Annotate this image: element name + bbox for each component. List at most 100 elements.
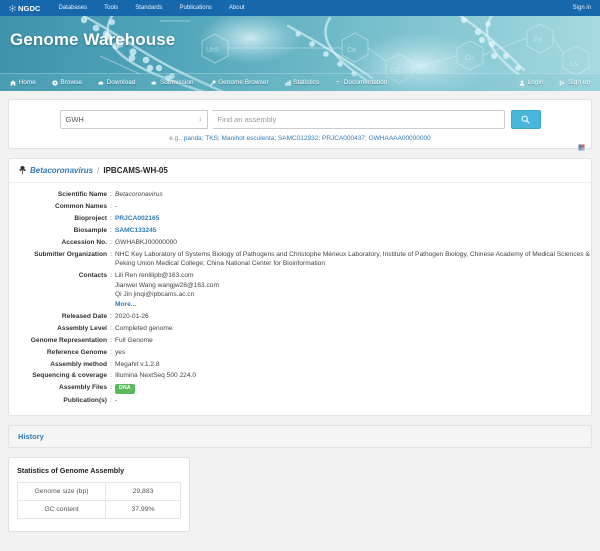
value-reference-genome: yes (115, 346, 591, 358)
colon: : (107, 270, 115, 311)
signup-button[interactable]: Sign up (559, 79, 590, 86)
value-accession: GWHABKJ00000000 (115, 237, 591, 249)
assembly-record-panel: Betacoronavirus / IPBCAMS-WH-05 Scientif… (8, 158, 592, 416)
examples-list[interactable]: panda; TKS; Manihot esculenta; SAMC01293… (184, 135, 431, 142)
label-assembly-level: Assembly Level (9, 323, 107, 335)
section-navbar: Home Browse Download Submission Genome B… (0, 73, 600, 91)
table-row-scientific-name: Scientific Name : Betacoronavirus (9, 189, 591, 201)
dna-file-badge[interactable]: DNA (115, 384, 135, 394)
nav-item-tools[interactable]: Tools (104, 5, 118, 11)
contact-entry: Jianwei Wang wangjw28@163.com (115, 281, 591, 291)
search-input[interactable]: Find an assembly (212, 110, 505, 129)
nav-label-statistics: Statistics (293, 79, 319, 86)
nav-item-about[interactable]: About (229, 5, 245, 11)
login-button[interactable]: Login (519, 79, 543, 86)
label-contacts: Contacts (9, 270, 107, 311)
table-row-genome-representation: Genome Representation : Full Genome (9, 334, 591, 346)
wrench-icon (210, 80, 216, 86)
bioproject-link[interactable]: PRJCA002165 (115, 215, 159, 222)
colon: : (107, 237, 115, 249)
nav-label-home: Home (19, 79, 36, 86)
label-submitter-organization: Submitter Organization (9, 249, 107, 270)
nav-item-documentation[interactable]: ? Documentation (335, 79, 387, 86)
global-navbar: NGDC Databases Tools Standards Publicati… (0, 0, 600, 16)
contact-entry: Qi Jin jinqi@ipbcams.ac.cn (115, 290, 591, 300)
nav-item-home[interactable]: Home (10, 79, 36, 86)
plant-icon (19, 166, 26, 175)
page-title: Genome Warehouse (10, 30, 175, 50)
table-row: Genome size (bp) 29,883 (18, 483, 181, 501)
svg-text:?: ? (336, 80, 339, 85)
nav-label-browse: Browse (60, 79, 82, 86)
bar-chart-icon (285, 80, 291, 86)
breadcrumb-separator: / (97, 166, 99, 175)
search-row: GWH ↕ Find an assembly (9, 110, 591, 129)
biosample-link[interactable]: SAMC133245 (115, 227, 156, 234)
colon: : (107, 358, 115, 370)
svg-text:Fe: Fe (534, 37, 542, 44)
stat-value-genome-size: 29,883 (106, 483, 181, 501)
label-publications: Publication(s) (9, 395, 107, 407)
stat-value-gc-content: 37.99% (106, 501, 181, 519)
sign-in-link[interactable]: Sign in (573, 5, 591, 11)
table-row-assembly-level: Assembly Level : Completed genome (9, 323, 591, 335)
database-select[interactable]: GWH ↕ (60, 110, 208, 129)
colon: : (107, 370, 115, 382)
label-accession: Accession No. (9, 237, 107, 249)
site-banner: Uh5 Ca Cd Cu Ls Fe (0, 16, 600, 91)
value-common-names: - (115, 201, 591, 213)
browse-icon (52, 80, 58, 86)
nav-item-standards[interactable]: Standards (135, 5, 162, 11)
label-common-names: Common Names (9, 201, 107, 213)
stat-label-gc-content: GC content (18, 501, 106, 519)
table-row-accession: Accession No. : GWHABKJ00000000 (9, 237, 591, 249)
upload-cloud-icon (151, 80, 157, 86)
global-nav-links: Databases Tools Standards Publications A… (58, 5, 244, 11)
nav-label-download: Download (107, 79, 136, 86)
question-icon: ? (335, 80, 341, 86)
nav-item-statistics[interactable]: Statistics (285, 79, 320, 86)
breadcrumb-species[interactable]: Betacoronavirus (30, 166, 93, 175)
chevron-updown-icon: ↕ (199, 117, 202, 123)
label-reference-genome: Reference Genome (9, 346, 107, 358)
ngdc-brand[interactable]: NGDC (9, 4, 40, 13)
colon: : (107, 323, 115, 335)
signup-icon (559, 80, 565, 86)
breadcrumb: Betacoronavirus / IPBCAMS-WH-05 (9, 159, 591, 183)
search-examples: e.g., panda; TKS; Manihot esculenta; SAM… (9, 135, 591, 142)
nav-item-browse[interactable]: Browse (52, 79, 82, 86)
table-row-bioproject: Bioproject : PRJCA002165 (9, 213, 591, 225)
colon: : (107, 225, 115, 237)
statistics-card: Statistics of Genome Assembly Genome siz… (8, 457, 190, 532)
label-assembly-files: Assembly Files (9, 382, 107, 395)
table-row-common-names: Common Names : - (9, 201, 591, 213)
label-sequencing-coverage: Sequencing & coverage (9, 370, 107, 382)
svg-text:Ls: Ls (570, 61, 578, 68)
value-assembly-level: Completed genome (115, 323, 591, 335)
examples-prefix: e.g., (169, 135, 183, 142)
nav-item-genome-browser[interactable]: Genome Browser (210, 79, 269, 86)
nav-item-submission[interactable]: Submission (151, 79, 193, 86)
contact-entry: Lili Ren renlilipb@163.com (115, 271, 591, 281)
nav-item-download[interactable]: Download (98, 79, 135, 86)
nav-label-submission: Submission (160, 79, 194, 86)
contacts-more-link[interactable]: More... (115, 301, 136, 308)
database-select-value: GWH (66, 115, 84, 124)
table-row-assembly-method: Assembly method : Megahit v.1.2.8 (9, 358, 591, 370)
login-label: Login (528, 79, 544, 86)
statistics-table: Genome size (bp) 29,883 GC content 37.99… (17, 482, 181, 519)
table-row-assembly-files: Assembly Files : DNA (9, 382, 591, 395)
nav-item-databases[interactable]: Databases (58, 5, 87, 11)
svg-text:Ca: Ca (347, 47, 356, 54)
colon: : (107, 201, 115, 213)
assembly-metadata-table: Scientific Name : Betacoronavirus Common… (9, 189, 591, 407)
history-section-header[interactable]: History (8, 425, 592, 448)
value-publications: - (115, 395, 591, 407)
settings-icon[interactable] (578, 138, 585, 145)
table-row: GC content 37.99% (18, 501, 181, 519)
colon: : (107, 346, 115, 358)
stat-label-genome-size: Genome size (bp) (18, 483, 106, 501)
colon: : (107, 249, 115, 270)
search-button[interactable] (511, 110, 541, 129)
nav-item-publications[interactable]: Publications (180, 5, 212, 11)
